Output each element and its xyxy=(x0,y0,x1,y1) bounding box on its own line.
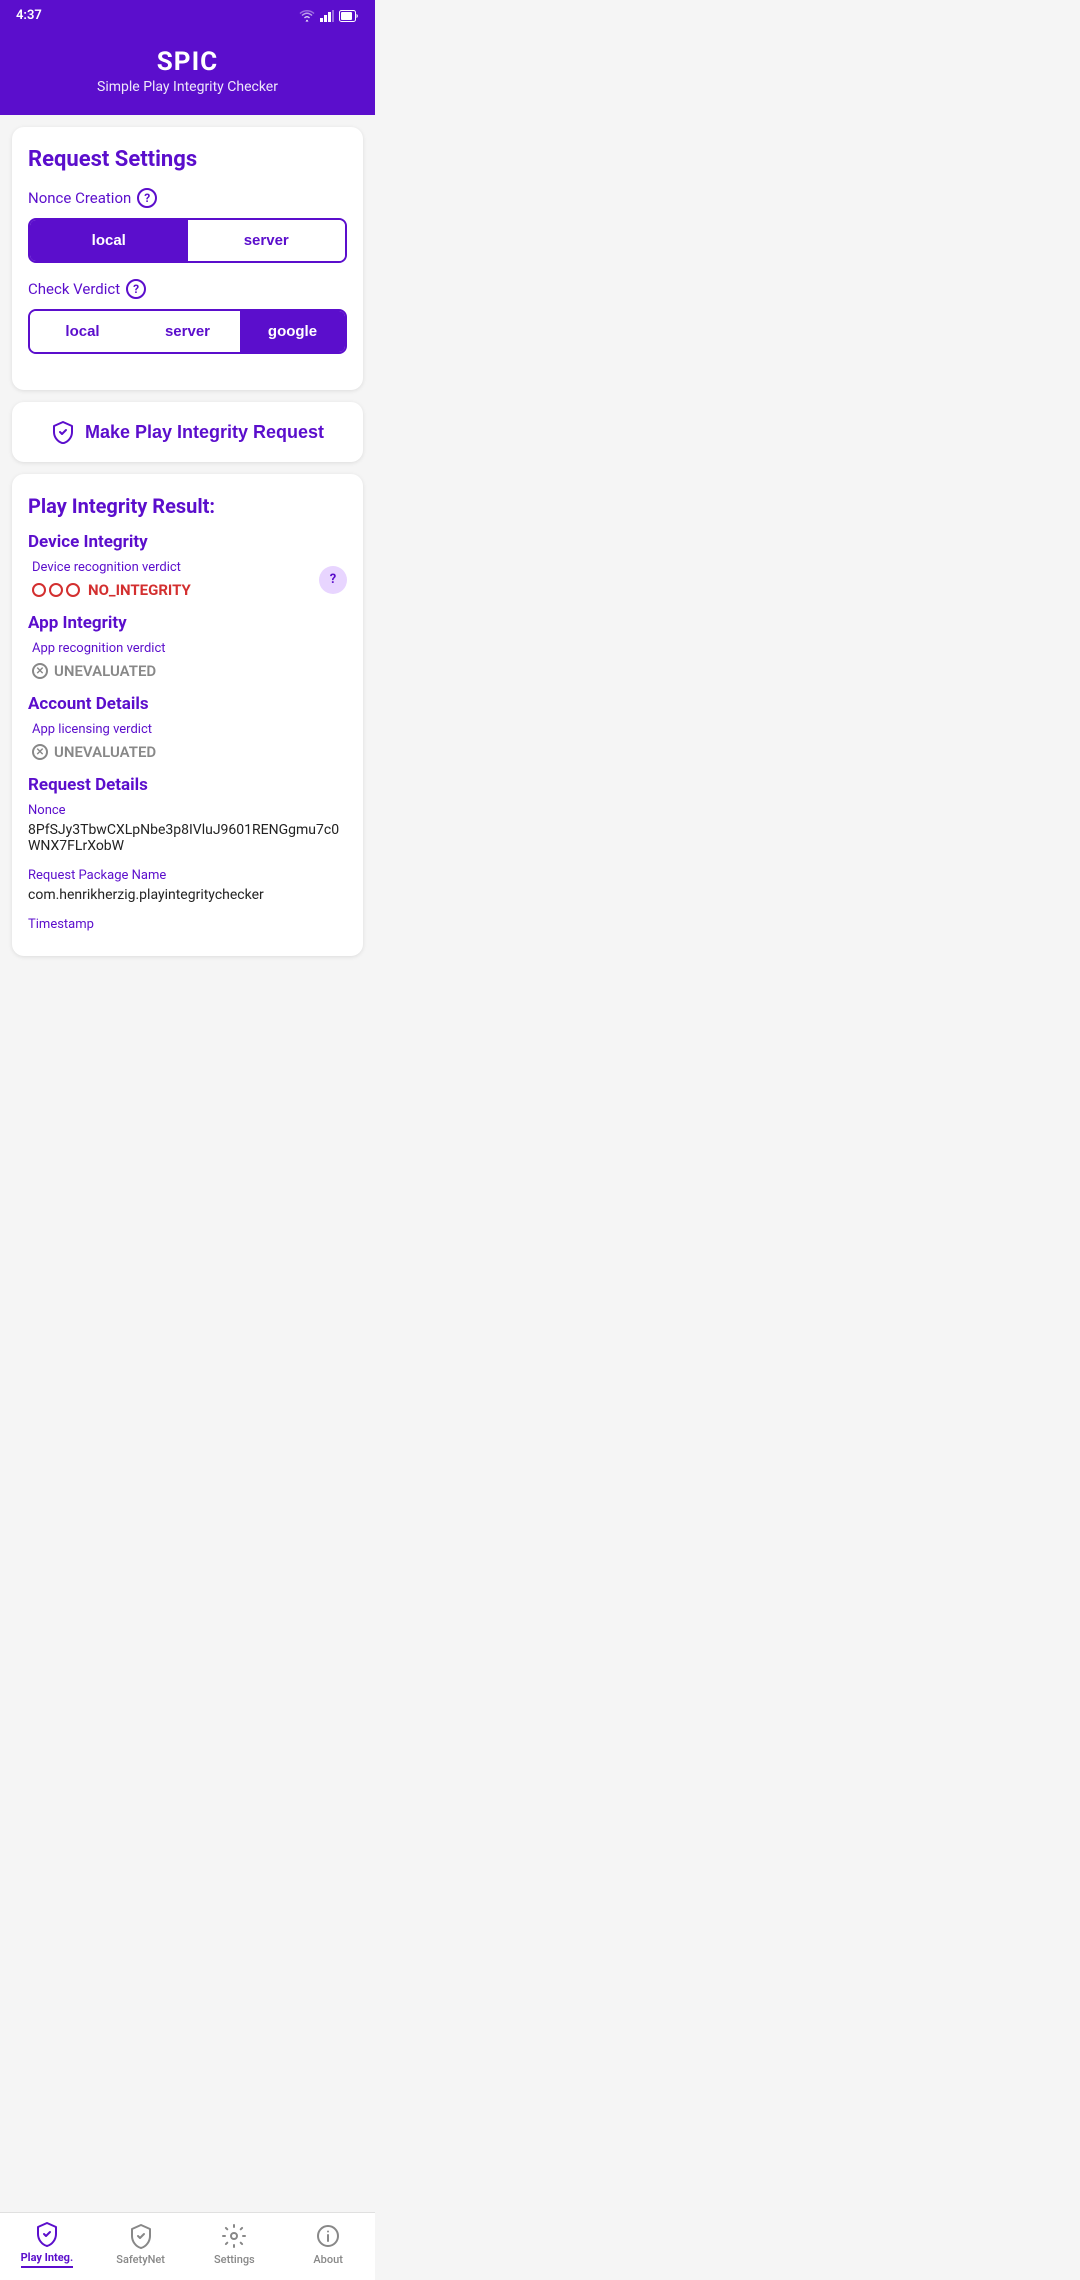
app-subtitle: Simple Play Integrity Checker xyxy=(16,79,359,95)
status-icons xyxy=(299,10,359,22)
main-content: Request Settings Nonce Creation ? local … xyxy=(0,115,375,1048)
check-verdict-group: Check Verdict ? local server google xyxy=(28,279,347,354)
account-unevaluated-icon: ✕ xyxy=(32,744,48,760)
play-integ-nav-icon xyxy=(34,2221,60,2247)
package-name-label: Request Package Name xyxy=(28,868,347,883)
nav-item-play-integ[interactable]: Play Integ. xyxy=(0,2221,94,2268)
verdict-server-button[interactable]: server xyxy=(135,311,240,352)
nonce-creation-group: Nonce Creation ? local server xyxy=(28,188,347,263)
account-sub-label: App licensing verdict xyxy=(32,722,347,737)
account-details-row: App licensing verdict ✕ UNEVALUATED xyxy=(28,722,347,761)
check-verdict-toggle: local server google xyxy=(28,309,347,354)
play-integ-nav-label: Play Integ. xyxy=(21,2251,74,2268)
verdict-dots xyxy=(32,583,80,597)
check-verdict-help-icon[interactable]: ? xyxy=(126,279,146,299)
status-bar: 4:37 xyxy=(0,0,375,31)
device-integrity-label: Device Integrity xyxy=(28,532,347,552)
nonce-creation-label: Nonce Creation ? xyxy=(28,188,347,208)
result-section-title: Play Integrity Result: xyxy=(28,494,347,518)
dot-3 xyxy=(66,583,80,597)
status-time: 4:37 xyxy=(16,8,42,23)
device-integrity-content: Device recognition verdict NO_INTEGRITY xyxy=(32,560,319,599)
request-settings-card: Request Settings Nonce Creation ? local … xyxy=(12,127,363,390)
nav-item-about[interactable]: About xyxy=(281,2223,375,2266)
timestamp-label: Timestamp xyxy=(28,917,347,932)
settings-nav-label: Settings xyxy=(214,2253,255,2266)
app-header: SPIC Simple Play Integrity Checker xyxy=(0,31,375,115)
wifi-icon xyxy=(299,10,315,22)
dot-1 xyxy=(32,583,46,597)
app-integrity-label: App Integrity xyxy=(28,613,347,633)
verdict-local-button[interactable]: local xyxy=(30,311,135,352)
shield-icon xyxy=(51,420,75,444)
make-request-button[interactable]: Make Play Integrity Request xyxy=(12,402,363,462)
nav-item-safetynet[interactable]: SafetyNet xyxy=(94,2223,188,2266)
account-unevaluated-label: UNEVALUATED xyxy=(54,743,156,761)
safetynet-nav-icon xyxy=(128,2223,154,2249)
about-nav-label: About xyxy=(313,2253,343,2266)
make-request-label: Make Play Integrity Request xyxy=(85,422,324,443)
check-verdict-label: Check Verdict ? xyxy=(28,279,347,299)
app-title: SPIC xyxy=(16,47,359,77)
app-unevaluated-value: ✕ UNEVALUATED xyxy=(32,662,347,680)
no-integrity-label: NO_INTEGRITY xyxy=(88,581,191,599)
nonce-local-button[interactable]: local xyxy=(30,220,188,261)
account-unevaluated-value: ✕ UNEVALUATED xyxy=(32,743,347,761)
about-nav-icon xyxy=(315,2223,341,2249)
battery-icon xyxy=(339,10,359,22)
safetynet-nav-label: SafetyNet xyxy=(116,2253,165,2266)
app-integrity-row: App recognition verdict ✕ UNEVALUATED xyxy=(28,641,347,680)
package-name-value: com.henrikherzig.playintegritychecker xyxy=(28,887,347,903)
nonce-detail-label: Nonce xyxy=(28,803,347,818)
nonce-creation-help-icon[interactable]: ? xyxy=(137,188,157,208)
play-integrity-result-card: Play Integrity Result: Device Integrity … xyxy=(12,474,363,956)
device-sub-label: Device recognition verdict xyxy=(32,560,319,575)
account-details-label: Account Details xyxy=(28,694,347,714)
signal-icon xyxy=(320,10,334,22)
nav-item-settings[interactable]: Settings xyxy=(188,2223,282,2266)
device-integrity-row: Device recognition verdict NO_INTEGRITY … xyxy=(28,560,347,599)
nonce-creation-toggle: local server xyxy=(28,218,347,263)
app-unevaluated-label: UNEVALUATED xyxy=(54,662,156,680)
device-help-icon: ? xyxy=(330,572,336,587)
bottom-nav: Play Integ. SafetyNet Settings About xyxy=(0,2212,375,2280)
dot-2 xyxy=(49,583,63,597)
nonce-detail-value: 8PfSJy3TbwCXLpNbe3p8IVluJ9601RENGgmu7c0W… xyxy=(28,822,347,854)
app-integrity-content: App recognition verdict ✕ UNEVALUATED xyxy=(32,641,347,680)
verdict-google-button[interactable]: google xyxy=(240,311,345,352)
device-verdict-value: NO_INTEGRITY xyxy=(32,581,319,599)
settings-nav-icon xyxy=(221,2223,247,2249)
device-integrity-help-button[interactable]: ? xyxy=(319,566,347,594)
request-details-label: Request Details xyxy=(28,775,347,795)
request-settings-title: Request Settings xyxy=(28,147,347,172)
app-unevaluated-icon: ✕ xyxy=(32,663,48,679)
account-details-content: App licensing verdict ✕ UNEVALUATED xyxy=(32,722,347,761)
nonce-server-button[interactable]: server xyxy=(188,220,346,261)
app-sub-label: App recognition verdict xyxy=(32,641,347,656)
